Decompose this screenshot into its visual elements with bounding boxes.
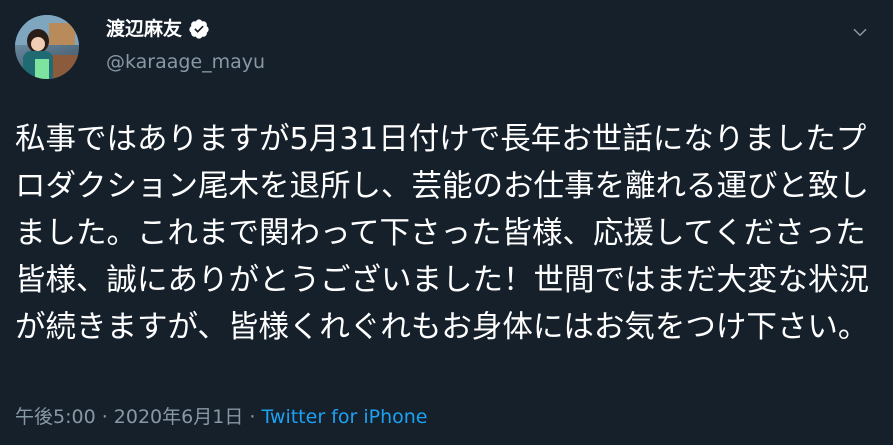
tweet-date[interactable]: 2020年6月1日 [114,406,244,428]
avatar[interactable] [15,15,79,79]
verified-badge-icon [188,18,210,40]
chevron-down-icon [851,23,869,45]
tweet-source-link[interactable]: Twitter for iPhone [261,406,427,428]
tweet-menu-button[interactable] [846,20,874,48]
author-display-name[interactable]: 渡辺麻友 [106,16,182,42]
author-handle[interactable]: @karaage_mayu [106,50,265,74]
tweet-metadata: 午後5:00 · 2020年6月1日 · Twitter for iPhone [15,403,427,431]
tweet-text: 私事ではありますが5月31日付けで長年お世話になりましたプロダクション尾木を退所… [15,122,869,345]
author-name-row[interactable]: 渡辺麻友 [106,16,210,42]
tweet-card: 渡辺麻友 @karaage_mayu 私事ではありますが5月31日付けで長年お世… [0,0,893,445]
meta-separator-2: · [243,406,262,428]
tweet-time[interactable]: 午後5:00 [15,406,96,428]
meta-separator: · [95,406,114,428]
